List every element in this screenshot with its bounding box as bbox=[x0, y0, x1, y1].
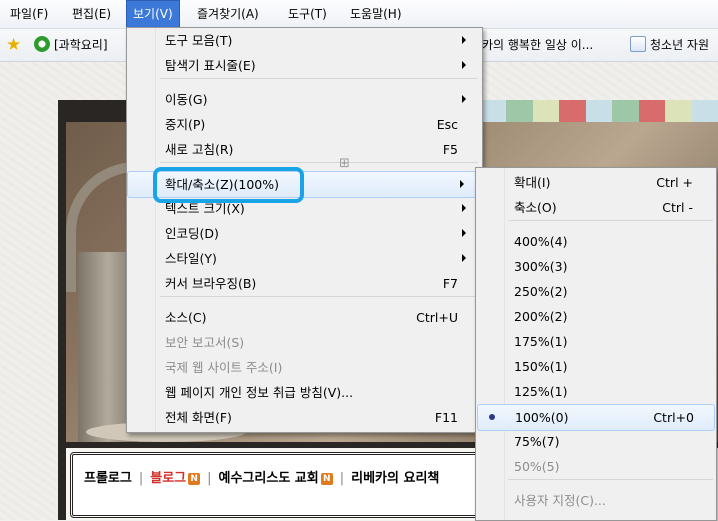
radio-bullet-icon bbox=[489, 414, 495, 420]
zoom-menu-item[interactable]: 125%(1) bbox=[477, 379, 713, 404]
zoom-menu-item[interactable]: 150%(1) bbox=[477, 354, 713, 379]
ie-page-icon bbox=[630, 36, 646, 52]
favorite-label-3: 청소년 자원 bbox=[650, 38, 710, 52]
menu-item-label: 보안 보고서(S) bbox=[165, 335, 245, 350]
move-grid-icon: ⊞ bbox=[339, 156, 350, 171]
menu-item-label: 국제 웹 사이트 주소(I) bbox=[165, 360, 283, 375]
menu-separator bbox=[160, 162, 478, 163]
menu-view[interactable]: 보기(V) bbox=[126, 0, 180, 28]
view-menu-item[interactable]: 전체 화면(F) F11 bbox=[128, 405, 478, 430]
menu-item-label: 중지(P) bbox=[165, 117, 206, 132]
new-badge: N bbox=[320, 473, 333, 485]
zoom-item-selected[interactable]: 100%(0) Ctrl+0 bbox=[477, 404, 715, 431]
menu-item-shortcut: Ctrl + bbox=[656, 175, 693, 190]
menu-item-shortcut: F5 bbox=[442, 142, 458, 157]
menu-item-shortcut: Ctrl+U bbox=[416, 310, 458, 325]
submenu-arrow-icon bbox=[462, 254, 466, 262]
view-menu-item: 보안 보고서(S) bbox=[128, 330, 478, 355]
menu-item-label: 스타일(Y) bbox=[165, 251, 217, 266]
menu-separator bbox=[160, 296, 478, 297]
submenu-arrow-icon bbox=[462, 95, 466, 103]
menu-item-shortcut: F7 bbox=[442, 276, 458, 291]
menu-item-label: 150%(1) bbox=[514, 359, 568, 374]
view-menu-item[interactable]: 중지(P) Esc bbox=[128, 112, 478, 137]
menu-item-label: 50%(5) bbox=[514, 459, 560, 474]
menu-item-label: 인코딩(D) bbox=[165, 226, 219, 241]
view-menu-item[interactable]: 소스(C) Ctrl+U bbox=[128, 305, 478, 330]
menu-edit[interactable]: 편집(E) bbox=[66, 0, 117, 28]
zoom-menu-item[interactable]: 400%(4) bbox=[477, 229, 713, 254]
view-menu-item[interactable]: 웹 페이지 개인 정보 취급 방침(V)... bbox=[128, 380, 478, 405]
nav-prologue[interactable]: 프롤로그 bbox=[84, 471, 132, 486]
menu-favorites[interactable]: 즐겨찾기(A) bbox=[191, 0, 265, 28]
zoom-menu-item[interactable]: 200%(2) bbox=[477, 304, 713, 329]
zoom-menu-item[interactable]: 축소(O) Ctrl - bbox=[477, 195, 713, 220]
menu-item-label: 125%(1) bbox=[514, 384, 568, 399]
nav-church[interactable]: 예수그리스도 교회 bbox=[219, 471, 319, 486]
menu-item-label: 확대(I) bbox=[514, 175, 551, 190]
menu-item-label: 축소(O) bbox=[514, 200, 557, 215]
menu-item-label: 이동(G) bbox=[165, 92, 208, 107]
menu-item-label: 175%(1) bbox=[514, 334, 568, 349]
menu-tools[interactable]: 도구(T) bbox=[282, 0, 333, 28]
zoom-menu-item[interactable]: 75%(7) bbox=[477, 429, 713, 454]
favorite-label-2: 카의 행복한 일상 이... bbox=[482, 38, 594, 52]
zoom-highlight-ring bbox=[153, 167, 304, 203]
zoom-menu-item: 50%(5) bbox=[477, 454, 713, 479]
favorite-link-3[interactable]: 청소년 자원 bbox=[630, 29, 709, 61]
menu-item-label: 사용자 지정(C)... bbox=[514, 493, 606, 508]
zoom-menu-item: 사용자 지정(C)... bbox=[477, 488, 713, 513]
menu-item-label: 100%(0) bbox=[515, 410, 569, 425]
submenu-arrow-icon bbox=[462, 36, 466, 44]
menu-item-label: 전체 화면(F) bbox=[165, 410, 232, 425]
view-menu-item[interactable]: 스타일(Y) bbox=[128, 246, 478, 271]
menu-item-label: 200%(2) bbox=[514, 309, 568, 324]
menu-item-shortcut: Ctrl - bbox=[662, 200, 693, 215]
view-menu-item[interactable]: 커서 브라우징(B) F7 bbox=[128, 271, 478, 296]
menu-item-label: 400%(4) bbox=[514, 234, 568, 249]
zoom-menu-item[interactable]: 250%(2) bbox=[477, 279, 713, 304]
menu-separator bbox=[508, 220, 713, 221]
submenu-arrow-icon bbox=[462, 204, 466, 212]
view-menu-item[interactable]: 탐색기 표시줄(E) bbox=[128, 53, 478, 78]
menu-help[interactable]: 도움말(H) bbox=[344, 0, 408, 28]
blog-nav: 프롤로그 | 블로그 N | 예수그리스도 교회 N | 리베카의 요리책 bbox=[84, 471, 440, 486]
zoom-menu-item[interactable]: 확대(I) Ctrl + bbox=[477, 170, 713, 195]
favorites-star-icon[interactable]: ★ bbox=[6, 36, 24, 54]
menu-item-label: 커서 브라우징(B) bbox=[165, 276, 257, 291]
nav-recipe-book[interactable]: 리베카의 요리책 bbox=[351, 471, 439, 486]
submenu-arrow-icon bbox=[460, 180, 464, 188]
view-menu-item: 국제 웹 사이트 주소(I) bbox=[128, 355, 478, 380]
new-badge: N bbox=[188, 473, 201, 485]
view-menu-item[interactable]: 새로 고침(R) F5 bbox=[128, 137, 478, 162]
menu-item-label: 탐색기 표시줄(E) bbox=[165, 58, 256, 73]
favorite-link-1[interactable]: [과학요리] bbox=[34, 29, 108, 61]
menu-item-label: 300%(3) bbox=[514, 259, 568, 274]
zoom-menu-item[interactable]: 175%(1) bbox=[477, 329, 713, 354]
favorite-label-1: [과학요리] bbox=[54, 38, 108, 52]
menu-item-label: 250%(2) bbox=[514, 284, 568, 299]
menu-item-label: 도구 모음(T) bbox=[165, 33, 233, 48]
zoom-menu-item[interactable]: 300%(3) bbox=[477, 254, 713, 279]
favorite-link-2[interactable]: 카의 행복한 일상 이... bbox=[482, 29, 593, 61]
menu-item-shortcut: Esc bbox=[436, 117, 458, 132]
menu-item-label: 웹 페이지 개인 정보 취급 방침(V)... bbox=[165, 385, 354, 400]
menu-bar: 파일(F) 편집(E) 보기(V) 즐겨찾기(A) 도구(T) 도움말(H) bbox=[0, 0, 718, 29]
view-menu-item[interactable]: 이동(G) bbox=[128, 87, 478, 112]
menu-item-label: 소스(C) bbox=[165, 310, 207, 325]
green-site-icon bbox=[34, 36, 50, 52]
view-menu-item[interactable]: 도구 모음(T) bbox=[128, 28, 478, 53]
menu-item-shortcut: F11 bbox=[434, 410, 458, 425]
submenu-arrow-icon bbox=[462, 229, 466, 237]
menu-item-label: 새로 고침(R) bbox=[165, 142, 234, 157]
view-menu-item[interactable]: 인코딩(D) bbox=[128, 221, 478, 246]
menu-item-shortcut: Ctrl+0 bbox=[653, 410, 694, 425]
submenu-arrow-icon bbox=[462, 61, 466, 69]
color-stripes bbox=[480, 100, 718, 122]
menu-file[interactable]: 파일(F) bbox=[4, 0, 54, 28]
menu-item-label: 75%(7) bbox=[514, 434, 560, 449]
menu-separator bbox=[160, 78, 478, 79]
nav-blog[interactable]: 블로그 bbox=[150, 471, 186, 486]
menu-separator bbox=[508, 479, 713, 480]
